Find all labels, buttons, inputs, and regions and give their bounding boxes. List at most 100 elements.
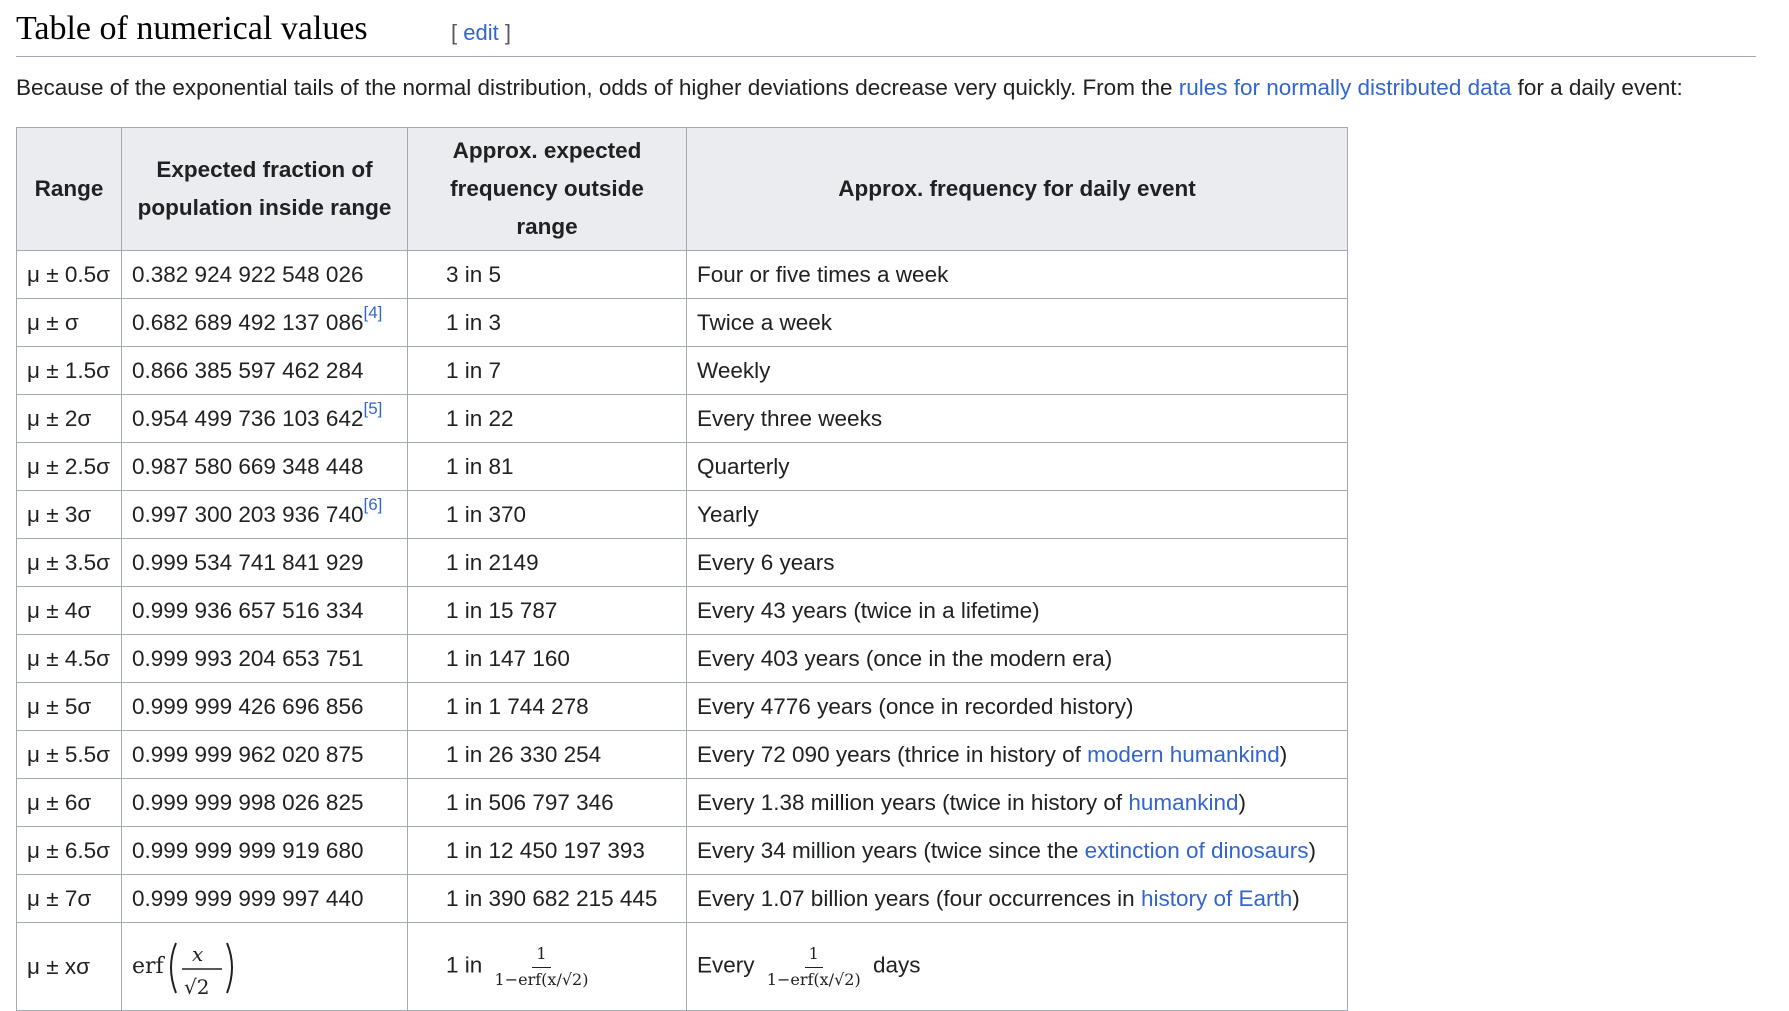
cell-daily: Quarterly xyxy=(686,442,1348,491)
cell-daily: Four or five times a week xyxy=(686,250,1348,299)
cell-range: μ ± 3.5σ xyxy=(16,538,122,587)
cell-range: μ ± 4σ xyxy=(16,586,122,635)
table-row: μ ± 3.5σ 0.999 534 741 841 929 1 in 2149 Ev… xyxy=(16,538,1348,587)
cell-frequency-formula: 1 in 1 1−erf(x/√2) xyxy=(407,922,687,1011)
section-title: Table of numerical values xyxy=(16,10,368,47)
cell-fraction: 0.954 499 736 103 642[5] xyxy=(121,394,408,443)
cell-fraction: 0.987 580 669 348 448 xyxy=(121,442,408,491)
cell-frequency: 1 in 3 xyxy=(407,298,687,347)
svg-text:erf: erf xyxy=(132,954,166,979)
cell-range: μ ± 2σ xyxy=(16,394,122,443)
cell-frequency: 1 in 506 797 346 xyxy=(407,778,687,827)
daily-link[interactable]: extinction of dinosaurs xyxy=(1085,838,1309,863)
table-row: μ ± 6σ 0.999 999 998 026 825 1 in 506 797 … xyxy=(16,778,1348,827)
cell-daily: Every three weeks xyxy=(686,394,1348,443)
cell-fraction: 0.999 999 998 026 825 xyxy=(121,778,408,827)
edit-link[interactable]: edit xyxy=(463,20,498,45)
cell-daily: Weekly xyxy=(686,346,1348,395)
daily-fraction: 1 1−erf(x/√2) xyxy=(766,944,861,989)
cell-range: μ ± 7σ xyxy=(16,874,122,923)
cell-daily: Yearly xyxy=(686,490,1348,539)
table-row: μ ± 2σ 0.954 499 736 103 642[5] 1 in 22 Eve… xyxy=(16,394,1348,443)
header-frequency: Approx. expected frequency outside range xyxy=(407,127,687,251)
table-body: μ ± 0.5σ 0.382 924 922 548 026 3 in 5 Four … xyxy=(16,250,1348,923)
svg-text:√2: √2 xyxy=(184,975,209,999)
cell-range: μ ± 0.5σ xyxy=(16,250,122,299)
cell-daily: Every 403 years (once in the modern era) xyxy=(686,634,1348,683)
table-row: μ ± 5σ 0.999 999 426 696 856 1 in 1 744 27… xyxy=(16,682,1348,731)
section-heading-row: Table of numerical values [ edit ] xyxy=(16,0,1756,57)
table-row: μ ± 0.5σ 0.382 924 922 548 026 3 in 5 Four … xyxy=(16,250,1348,299)
cell-fraction: 0.999 534 741 841 929 xyxy=(121,538,408,587)
cell-daily: Every 72 090 years (thrice in history of… xyxy=(686,730,1348,779)
cell-frequency: 1 in 81 xyxy=(407,442,687,491)
erf-formula: erf x √2 xyxy=(132,942,233,999)
cell-frequency: 1 in 22 xyxy=(407,394,687,443)
reference-link[interactable]: [4] xyxy=(363,303,382,322)
cell-fraction: 0.999 999 962 020 875 xyxy=(121,730,408,779)
table-row: μ ± 7σ 0.999 999 999 997 440 1 in 390 682 … xyxy=(16,874,1348,923)
table-row: μ ± 5.5σ 0.999 999 962 020 875 1 in 26 330… xyxy=(16,730,1348,779)
cell-range: μ ± 5σ xyxy=(16,682,122,731)
table-row: μ ± 4σ 0.999 936 657 516 334 1 in 15 787 Ev… xyxy=(16,586,1348,635)
cell-range: μ ± 4.5σ xyxy=(16,634,122,683)
cell-fraction: 0.866 385 597 462 284 xyxy=(121,346,408,395)
table-row: μ ± 6.5σ 0.999 999 999 919 680 1 in 12 450… xyxy=(16,826,1348,875)
cell-fraction: 0.682 689 492 137 086[4] xyxy=(121,298,408,347)
cell-frequency: 3 in 5 xyxy=(407,250,687,299)
cell-range: μ ± 6.5σ xyxy=(16,826,122,875)
daily-link[interactable]: modern humankind xyxy=(1087,742,1280,767)
cell-frequency: 1 in 2149 xyxy=(407,538,687,587)
header-daily: Approx. frequency for daily event xyxy=(686,127,1348,251)
cell-daily: Every 1.07 billion years (four occurrenc… xyxy=(686,874,1348,923)
cell-range: μ ± 6σ xyxy=(16,778,122,827)
cell-fraction-formula: erf x √2 xyxy=(121,922,408,1011)
edit-section: [ edit ] xyxy=(451,20,511,45)
table-row: μ ± σ 0.682 689 492 137 086[4] 1 in 3 Twice… xyxy=(16,298,1348,347)
table-row: μ ± 1.5σ 0.866 385 597 462 284 1 in 7 Weekl… xyxy=(16,346,1348,395)
cell-range: μ ± xσ xyxy=(16,922,122,1011)
cell-daily-formula: Every 1 1−erf(x/√2) days xyxy=(686,922,1348,1011)
header-fraction: Expected fraction of population inside ra… xyxy=(121,127,408,251)
daily-link[interactable]: history of Earth xyxy=(1141,886,1292,911)
numerical-values-table: Range Expected fraction of population ins… xyxy=(16,127,1348,1011)
cell-daily: Every 4776 years (once in recorded histo… xyxy=(686,682,1348,731)
cell-frequency: 1 in 15 787 xyxy=(407,586,687,635)
cell-range: μ ± 3σ xyxy=(16,490,122,539)
daily-link[interactable]: humankind xyxy=(1128,790,1238,815)
freq-fraction: 1 1−erf(x/√2) xyxy=(494,944,589,989)
cell-fraction: 0.999 999 999 919 680 xyxy=(121,826,408,875)
cell-frequency: 1 in 370 xyxy=(407,490,687,539)
cell-range: μ ± 5.5σ xyxy=(16,730,122,779)
reference-link[interactable]: [5] xyxy=(363,399,382,418)
cell-range: μ ± 1.5σ xyxy=(16,346,122,395)
cell-fraction: 0.382 924 922 548 026 xyxy=(121,250,408,299)
cell-fraction: 0.999 936 657 516 334 xyxy=(121,586,408,635)
rules-link[interactable]: rules for normally distributed data xyxy=(1179,75,1512,100)
cell-fraction: 0.999 993 204 653 751 xyxy=(121,634,408,683)
table-row-general: μ ± xσ erf x √2 1 in 1 1−erf(x/√2) Every… xyxy=(16,922,1348,1011)
header-row: Range Expected fraction of population ins… xyxy=(16,127,1348,251)
svg-text:x: x xyxy=(192,942,203,966)
cell-frequency: 1 in 147 160 xyxy=(407,634,687,683)
cell-frequency: 1 in 7 xyxy=(407,346,687,395)
cell-range: μ ± σ xyxy=(16,298,122,347)
cell-fraction: 0.999 999 999 997 440 xyxy=(121,874,408,923)
cell-daily: Twice a week xyxy=(686,298,1348,347)
table-row: μ ± 4.5σ 0.999 993 204 653 751 1 in 147 16… xyxy=(16,634,1348,683)
cell-frequency: 1 in 1 744 278 xyxy=(407,682,687,731)
cell-frequency: 1 in 390 682 215 445 xyxy=(407,874,687,923)
table-row: μ ± 3σ 0.997 300 203 936 740[6] 1 in 370 Ye… xyxy=(16,490,1348,539)
cell-daily: Every 6 years xyxy=(686,538,1348,587)
table-row: μ ± 2.5σ 0.987 580 669 348 448 1 in 81 Quar… xyxy=(16,442,1348,491)
cell-fraction: 0.999 999 426 696 856 xyxy=(121,682,408,731)
cell-fraction: 0.997 300 203 936 740[6] xyxy=(121,490,408,539)
cell-daily: Every 34 million years (twice since the … xyxy=(686,826,1348,875)
cell-daily: Every 43 years (twice in a lifetime) xyxy=(686,586,1348,635)
intro-paragraph: Because of the exponential tails of the … xyxy=(16,75,1683,100)
cell-daily: Every 1.38 million years (twice in histo… xyxy=(686,778,1348,827)
header-range: Range xyxy=(16,127,122,251)
cell-frequency: 1 in 12 450 197 393 xyxy=(407,826,687,875)
reference-link[interactable]: [6] xyxy=(363,495,382,514)
cell-range: μ ± 2.5σ xyxy=(16,442,122,491)
